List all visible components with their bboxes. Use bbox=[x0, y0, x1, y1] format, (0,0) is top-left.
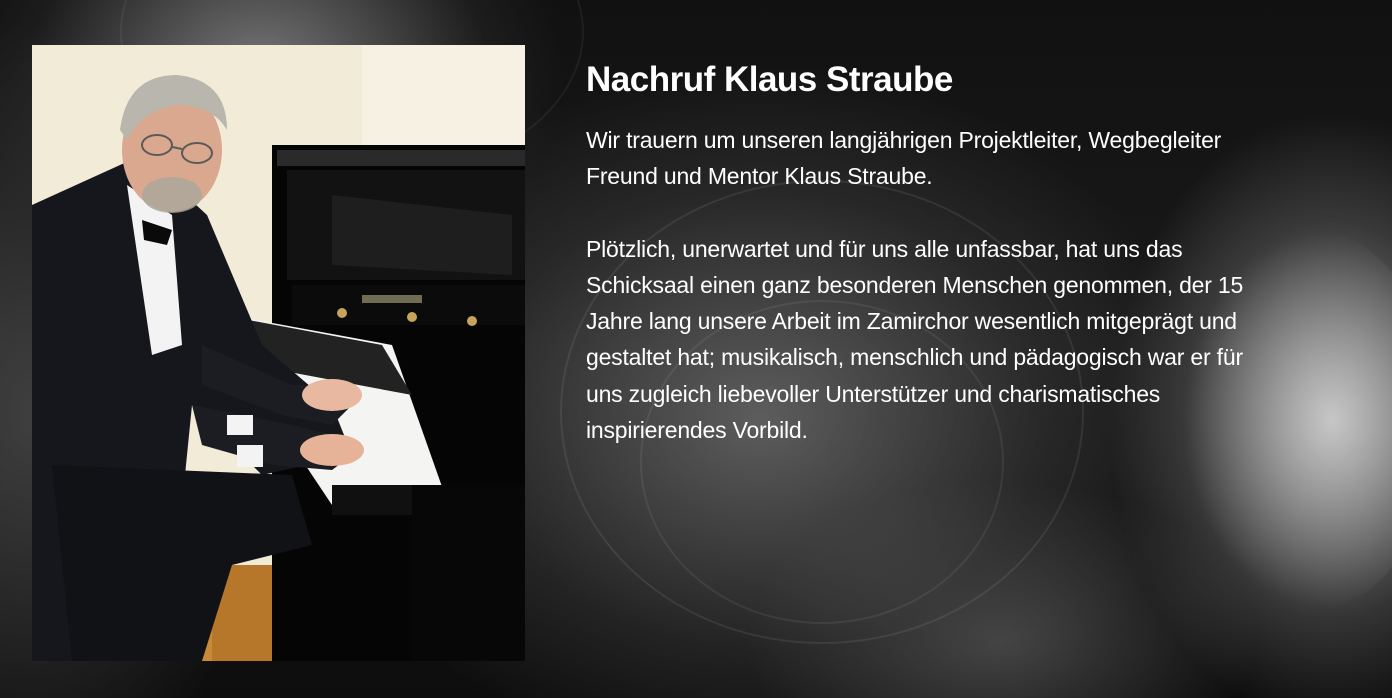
body-paragraph: Plötzlich, unerwartet und für uns alle u… bbox=[586, 231, 1366, 449]
portrait-photo bbox=[32, 45, 525, 661]
body-line: uns zugleich liebevoller Unterstützer un… bbox=[586, 380, 1161, 407]
body-line: Schicksaal einen ganz besonderen Mensche… bbox=[586, 271, 1244, 298]
body-line: Jahre lang unsere Arbeit im Zamirchor we… bbox=[586, 308, 1237, 335]
page-title: Nachruf Klaus Straube bbox=[586, 60, 953, 99]
intro-paragraph: Wir trauern um unseren langjährigen Proj… bbox=[586, 122, 1366, 195]
obituary-text: Nachruf Klaus Straube Wir trauern um uns… bbox=[586, 58, 1366, 484]
intro-line: Freund und Mentor Klaus Straube. bbox=[586, 163, 933, 190]
body-line: gestaltet hat; musikalisch, menschlich u… bbox=[586, 344, 1243, 371]
obituary-section: Nachruf Klaus Straube Wir trauern um uns… bbox=[0, 0, 1392, 698]
body-line: Plötzlich, unerwartet und für uns alle u… bbox=[586, 235, 1183, 262]
body-line: inspirierendes Vorbild. bbox=[586, 417, 808, 444]
intro-line: Wir trauern um unseren langjährigen Proj… bbox=[586, 127, 1222, 153]
